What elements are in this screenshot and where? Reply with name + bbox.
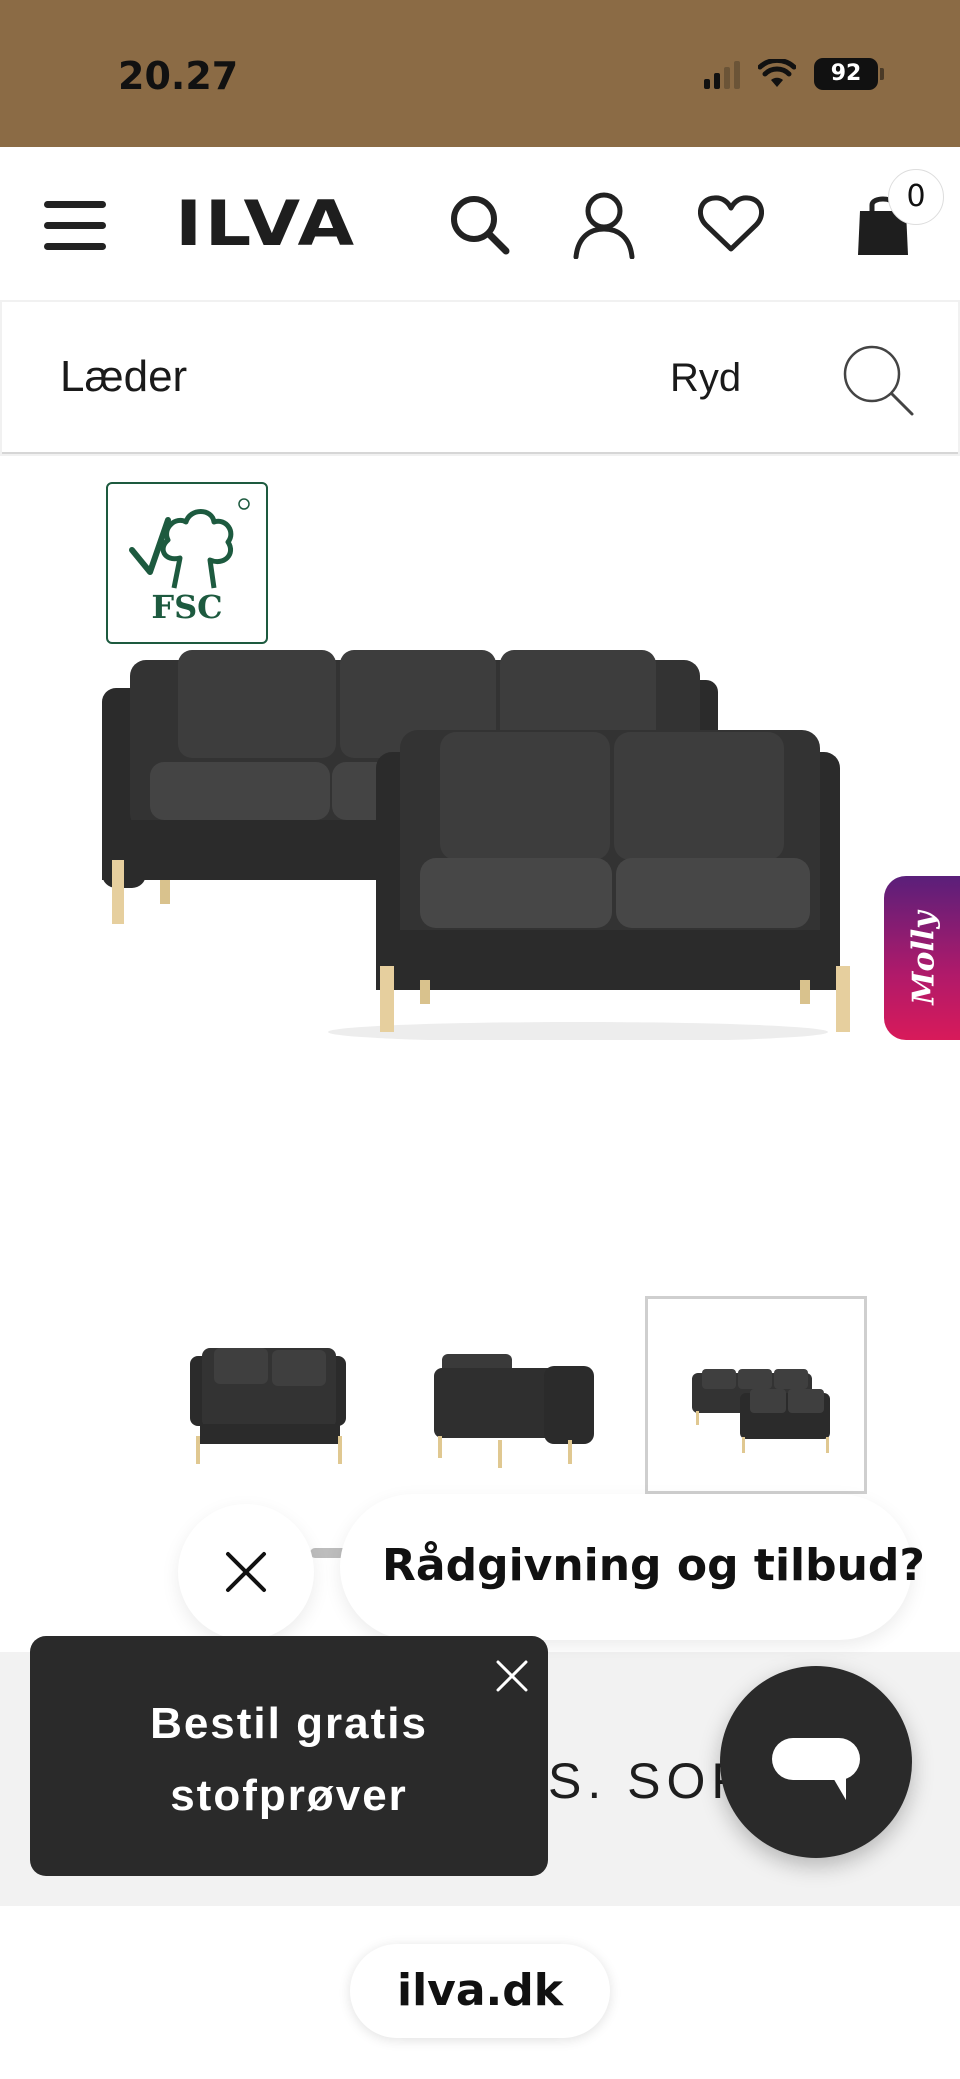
ilva-logo[interactable]: ILVA: [175, 193, 356, 255]
menu-icon[interactable]: [44, 201, 106, 251]
filter-query-text[interactable]: Læder: [60, 352, 187, 402]
molly-label: Molly: [906, 911, 942, 1005]
wifi-icon: [758, 59, 796, 87]
fabric-samples-text: Bestil gratis stofprøver: [150, 1699, 428, 1820]
status-bar: 20.27 92: [0, 0, 960, 147]
fsc-label: FSC: [151, 588, 223, 626]
status-time: 20.27: [118, 54, 239, 98]
close-icon: [226, 1552, 266, 1592]
fabric-samples-toast[interactable]: Bestil gratis stofprøver: [30, 1636, 548, 1876]
toast-close-icon[interactable]: [490, 1654, 534, 1698]
status-icons: 92: [704, 58, 884, 90]
thumbnail-2-image: [434, 1354, 594, 1468]
two-seat-sofa-illustration: [328, 730, 850, 1040]
molly-assistant-tab[interactable]: Molly: [884, 876, 960, 1040]
filter-inner: Læder Ryd: [2, 302, 958, 454]
browser-url-bar: ilva.dk: [0, 1906, 960, 2079]
site-header: ILVA 0: [0, 147, 960, 300]
page: 20.27 92 ILVA 0 Læder Ryd FSC Molly S. S…: [0, 0, 960, 2079]
filter-bar: Læder Ryd: [0, 300, 960, 456]
url-pill[interactable]: ilva.dk: [350, 1944, 610, 2038]
cellular-signal-icon: [704, 59, 740, 89]
thumbnail-2[interactable]: [394, 1296, 616, 1494]
battery-icon: 92: [814, 58, 884, 90]
thumbnail-1-image: [190, 1348, 346, 1464]
heart-icon[interactable]: [698, 195, 764, 253]
chat-prompt-text: Rådgivning og tilbud?: [382, 1540, 925, 1591]
fsc-tree-logo-icon: [129, 498, 250, 589]
cart-count-badge: 0: [888, 169, 944, 225]
product-image-sofa-set[interactable]: [100, 640, 870, 1040]
clear-filter-button[interactable]: Ryd: [670, 356, 741, 401]
chat-prompt-close-button[interactable]: [178, 1504, 314, 1640]
thumbnail-1[interactable]: [148, 1296, 370, 1494]
chat-launcher-button[interactable]: [720, 1666, 912, 1858]
chat-prompt-bubble[interactable]: Rådgivning og tilbud?: [340, 1494, 925, 1640]
search-icon[interactable]: [448, 193, 512, 257]
filter-search-icon[interactable]: [840, 342, 916, 418]
fsc-certification-badge: FSC: [106, 482, 268, 644]
thumbnail-3-active[interactable]: [645, 1296, 867, 1494]
thumbnail-3-image: [692, 1369, 830, 1453]
chat-bubble-icon: [772, 1738, 860, 1800]
account-icon[interactable]: [572, 191, 636, 259]
